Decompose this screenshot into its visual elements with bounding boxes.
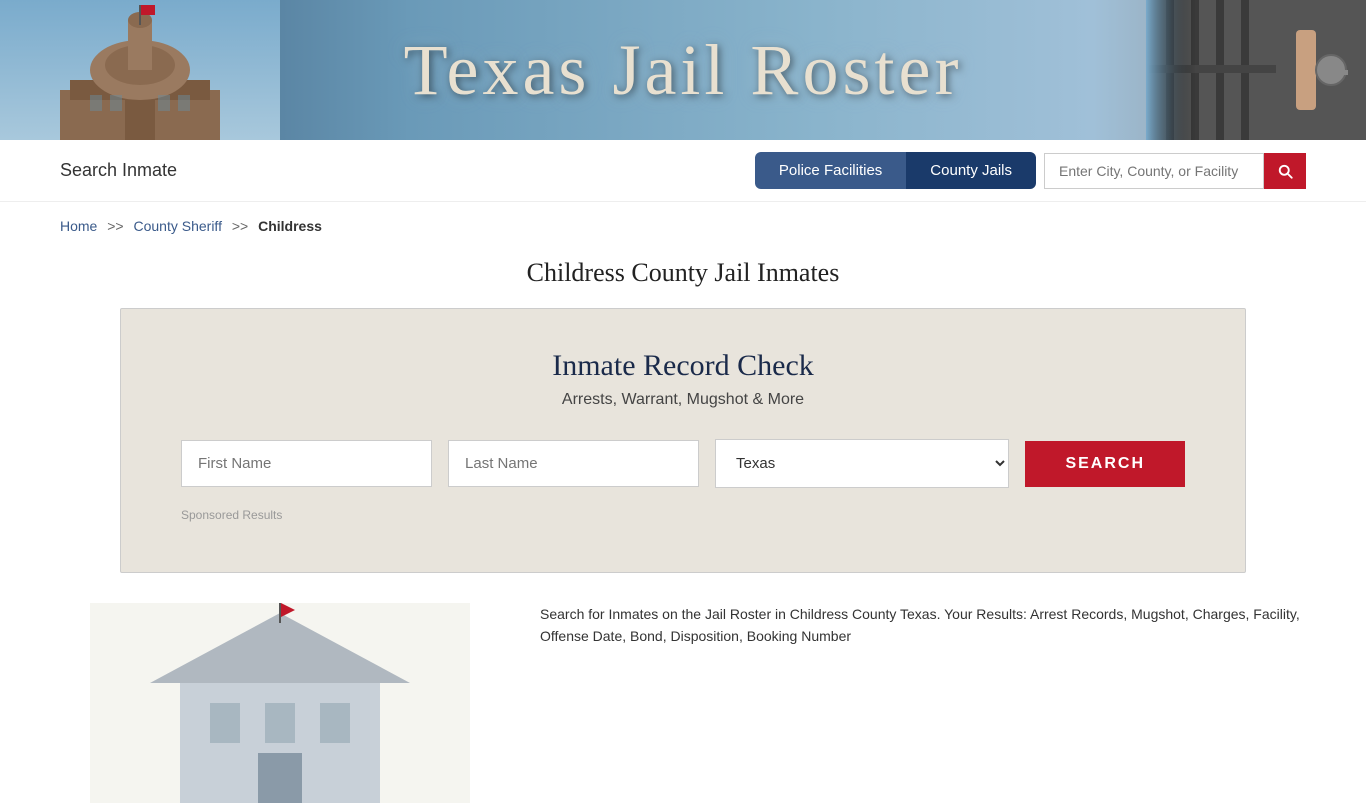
breadcrumb: Home >> County Sheriff >> Childress bbox=[0, 202, 1366, 250]
breadcrumb-county-sheriff-link[interactable]: County Sheriff bbox=[134, 218, 222, 234]
header-banner: Texas Jail Roster bbox=[0, 0, 1366, 140]
breadcrumb-home-link[interactable]: Home bbox=[60, 218, 97, 234]
breadcrumb-current: Childress bbox=[258, 218, 322, 234]
state-select[interactable]: AlabamaAlaskaArizonaArkansasCaliforniaCo… bbox=[715, 439, 1009, 488]
site-title: Texas Jail Roster bbox=[404, 29, 963, 112]
county-jails-button[interactable]: County Jails bbox=[906, 152, 1036, 189]
bottom-description: Search for Inmates on the Jail Roster in… bbox=[540, 603, 1306, 648]
record-check-section: Inmate Record Check Arrests, Warrant, Mu… bbox=[120, 308, 1246, 573]
record-check-title: Inmate Record Check bbox=[181, 349, 1185, 383]
record-check-form: AlabamaAlaskaArizonaArkansasCaliforniaCo… bbox=[181, 439, 1185, 488]
nav-bar: Search Inmate Police Facilities County J… bbox=[0, 140, 1366, 202]
jail-image bbox=[1146, 0, 1366, 140]
facility-search-button[interactable] bbox=[1264, 153, 1306, 189]
breadcrumb-sep-2: >> bbox=[232, 218, 248, 234]
page-title: Childress County Jail Inmates bbox=[0, 258, 1366, 288]
first-name-input[interactable] bbox=[181, 440, 432, 487]
facility-search-input[interactable] bbox=[1044, 153, 1264, 189]
nav-right: Police Facilities County Jails bbox=[755, 152, 1306, 189]
capitol-silhouette bbox=[0, 0, 280, 140]
record-search-button[interactable]: SEARCH bbox=[1025, 441, 1185, 487]
building-image bbox=[60, 603, 500, 803]
bottom-section: Search for Inmates on the Jail Roster in… bbox=[60, 603, 1306, 803]
search-icon bbox=[1276, 162, 1294, 180]
search-inmate-label: Search Inmate bbox=[60, 160, 177, 181]
sponsored-label: Sponsored Results bbox=[181, 508, 1185, 522]
breadcrumb-sep-1: >> bbox=[107, 218, 123, 234]
record-check-subtitle: Arrests, Warrant, Mugshot & More bbox=[181, 391, 1185, 409]
last-name-input[interactable] bbox=[448, 440, 699, 487]
police-facilities-button[interactable]: Police Facilities bbox=[755, 152, 906, 189]
